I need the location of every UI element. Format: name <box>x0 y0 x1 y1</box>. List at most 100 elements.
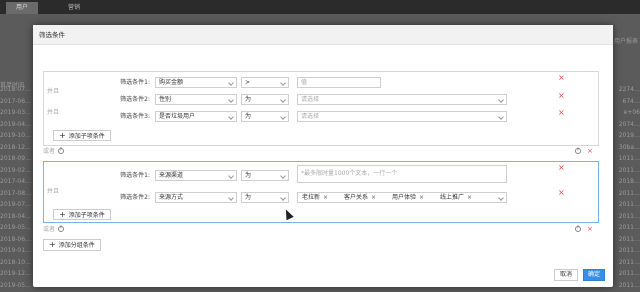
chevron-down-icon <box>498 97 504 103</box>
table-cell: 1011… <box>618 155 640 162</box>
filter-row: 筛选条件2: 性别 为 请选择 <box>44 94 600 106</box>
help-icon[interactable]: ? <box>58 226 64 232</box>
chevron-down-icon <box>498 195 504 201</box>
delete-group-icon[interactable]: × <box>587 225 593 234</box>
field-select[interactable]: 来源方式 <box>155 192 237 203</box>
chevron-down-icon <box>280 97 286 103</box>
field-select-value: 性别 <box>159 96 172 103</box>
field-select-value: 购买金额 <box>159 79 184 86</box>
chevron-down-icon <box>280 195 286 201</box>
cancel-button[interactable]: 取消 <box>554 269 578 281</box>
or-label: 或者 <box>43 226 56 233</box>
table-cell: 2011… <box>618 258 640 266</box>
table-cell: 2074… <box>618 120 640 128</box>
chevron-down-icon <box>280 173 286 179</box>
chevron-down-icon <box>280 114 286 120</box>
table-cell: 2011… <box>618 201 640 208</box>
help-icon[interactable]: ? <box>575 148 581 154</box>
filter-name-label: 筛选条件1: <box>120 79 150 86</box>
value-multiselect[interactable]: 老拉新 × 客户关系 × 用户体验 × 线上推广 × <box>297 192 507 203</box>
value-select[interactable]: 请选择 <box>297 94 507 105</box>
delete-condition-icon[interactable]: × <box>558 74 565 82</box>
delete-condition-icon[interactable]: × <box>558 164 565 172</box>
value-placeholder: 请选择 <box>301 113 320 120</box>
add-sub-condition-label: 添加子项条件 <box>68 212 105 219</box>
chevron-down-icon <box>228 173 234 179</box>
filter-row: 筛选条件1: 购买金额 > 值 <box>44 77 600 89</box>
table-cell: 2011… <box>618 189 640 197</box>
chevron-down-icon <box>498 114 504 120</box>
tag-label: 客户关系 <box>344 194 369 201</box>
field-select[interactable]: 是否垃圾用户 <box>155 111 237 122</box>
help-icon[interactable]: ? <box>58 148 64 154</box>
tag-label: 用户体验 <box>392 194 417 201</box>
filter-name-label: 筛选条件2: <box>120 96 150 103</box>
delete-condition-icon[interactable]: × <box>558 92 565 100</box>
operator-select[interactable]: 为 <box>241 192 289 203</box>
remove-tag-icon[interactable]: × <box>419 194 424 201</box>
delete-group-icon[interactable]: × <box>587 147 593 156</box>
filter-dialog: 筛选条件 并且 并且 筛选条件1: 购买金额 > 值 × 筛选条件2: 性别 为… <box>33 25 613 287</box>
field-select[interactable]: 性别 <box>155 94 237 105</box>
confirm-button[interactable]: 确定 <box>583 269 605 281</box>
operator-value: > <box>245 79 251 86</box>
top-bar: 用户 营销 <box>0 0 640 14</box>
tag: 老拉新 × <box>300 193 330 202</box>
table-cell: 2019… <box>618 132 640 139</box>
operator-select[interactable]: 为 <box>241 94 289 105</box>
delete-condition-icon[interactable]: × <box>558 189 565 197</box>
add-sub-condition-button[interactable]: + 添加子项条件 <box>53 130 111 141</box>
field-select[interactable]: 购买金额 <box>155 77 237 88</box>
filter-name-label: 筛选条件3: <box>120 113 150 120</box>
chevron-down-icon <box>228 114 234 120</box>
plus-icon: + <box>59 131 66 140</box>
operator-value: 为 <box>245 96 252 103</box>
remove-tag-icon[interactable]: × <box>371 194 376 201</box>
operator-select[interactable]: 为 <box>241 111 289 122</box>
plus-icon: + <box>59 210 66 219</box>
tab-users[interactable]: 用户 <box>6 2 39 14</box>
table-cell: 2011… <box>618 281 640 289</box>
field-select-value: 来源渠道 <box>159 172 184 179</box>
chevron-down-icon <box>228 80 234 86</box>
table-cell: 2011… <box>618 270 640 277</box>
tag: 客户关系 × <box>342 193 378 202</box>
value-column: 2274… 674… e+06 2074… 2019… 30ba… 1011… … <box>614 84 640 291</box>
right-header: 用户报表 <box>613 38 638 45</box>
value-input[interactable]: 值 <box>297 77 381 88</box>
filter-group-2: 并且 筛选条件1: 来源渠道 为 *最多限时量1000个文本，一行一个 × 筛选… <box>43 161 599 223</box>
group-2-footer: 或者 ? ? × <box>43 225 599 234</box>
tag-label: 线上推广 <box>440 194 465 201</box>
filter-group-1: 并且 并且 筛选条件1: 购买金额 > 值 × 筛选条件2: 性别 为 请选择 … <box>43 71 599 146</box>
delete-condition-icon[interactable]: × <box>558 109 565 117</box>
filter-row: 筛选条件3: 是否垃圾用户 为 请选择 <box>44 111 600 123</box>
field-select-value: 是否垃圾用户 <box>159 113 196 120</box>
table-cell: 2011… <box>618 224 640 231</box>
help-icon[interactable]: ? <box>575 226 581 232</box>
operator-value: 为 <box>245 194 252 201</box>
value-placeholder: 请选择 <box>301 96 320 103</box>
table-cell: 674… <box>622 97 640 105</box>
add-group-button[interactable]: + 添加分组条件 <box>43 239 101 251</box>
operator-select[interactable]: > <box>241 77 289 88</box>
value-textarea[interactable]: *最多限时量1000个文本，一行一个 <box>297 165 507 183</box>
remove-tag-icon[interactable]: × <box>323 194 328 201</box>
filter-name-label: 筛选条件2: <box>120 194 150 201</box>
table-cell: 2018… <box>618 178 640 185</box>
chevron-down-icon <box>280 80 286 86</box>
value-select[interactable]: 请选择 <box>297 111 507 122</box>
operator-select[interactable]: 为 <box>241 170 289 181</box>
plus-icon: + <box>49 240 56 249</box>
tag: 用户体验 × <box>390 193 426 202</box>
dialog-title: 筛选条件 <box>33 25 613 45</box>
remove-tag-icon[interactable]: × <box>467 194 472 201</box>
table-cell: 2274… <box>618 86 640 93</box>
group-1-footer: 或者 ? ? × <box>43 147 599 156</box>
table-cell: 2011… <box>618 166 640 174</box>
table-cell: e+06 <box>623 109 640 116</box>
field-select[interactable]: 来源渠道 <box>155 170 237 181</box>
operator-value: 为 <box>245 113 252 120</box>
add-sub-condition-button[interactable]: + 添加子项条件 <box>53 209 111 220</box>
field-select-value: 来源方式 <box>159 194 184 201</box>
tab-marketing[interactable]: 营销 <box>58 2 90 14</box>
